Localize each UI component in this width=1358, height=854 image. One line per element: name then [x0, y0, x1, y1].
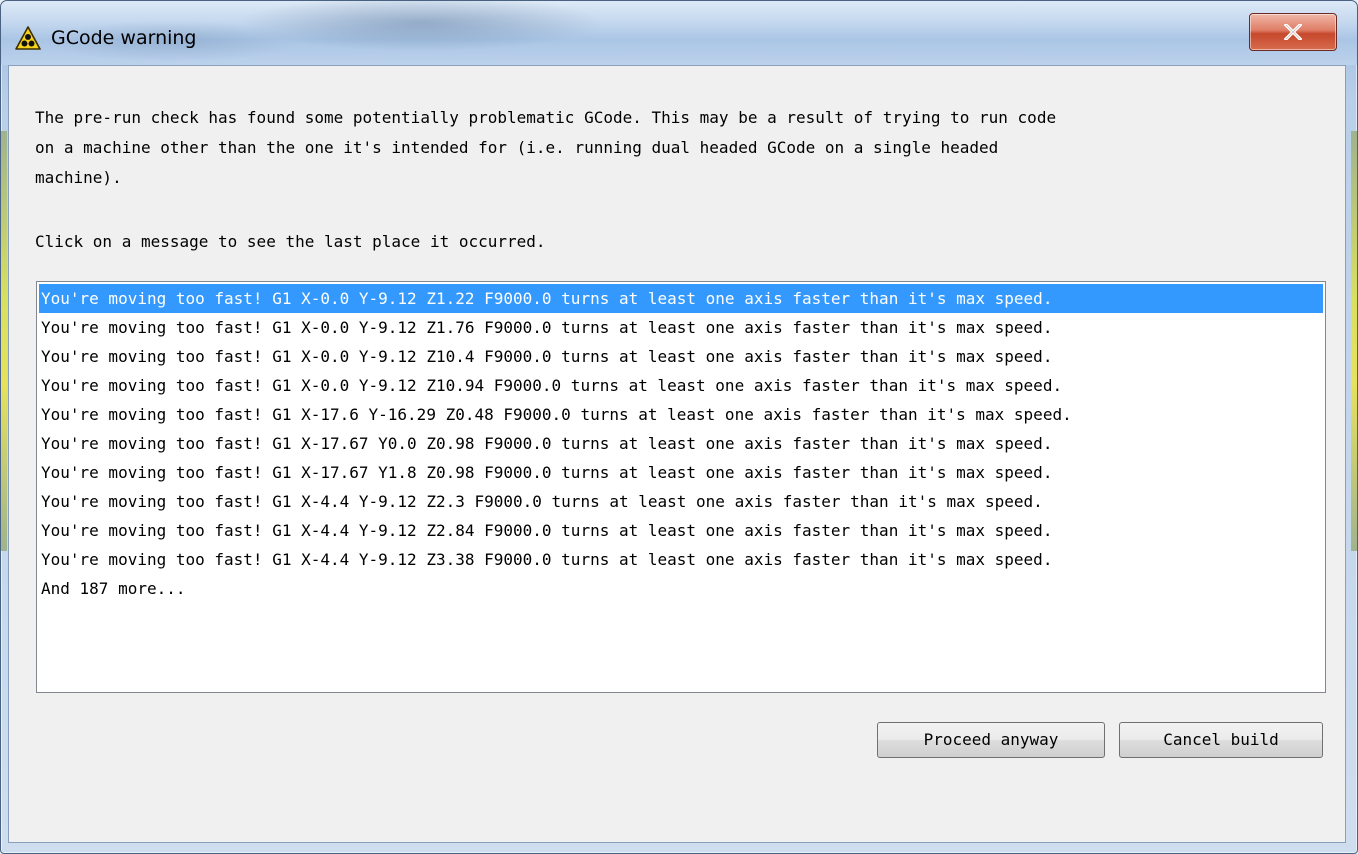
message-list[interactable]: You're moving too fast! G1 X-0.0 Y-9.12 …	[36, 281, 1326, 693]
list-item[interactable]: You're moving too fast! G1 X-0.0 Y-9.12 …	[39, 284, 1323, 313]
cancel-build-button[interactable]: Cancel build	[1119, 722, 1323, 758]
window-frame-glow-right	[1351, 131, 1357, 551]
list-item[interactable]: You're moving too fast! G1 X-4.4 Y-9.12 …	[39, 487, 1323, 516]
more-messages-item[interactable]: And 187 more...	[39, 574, 1323, 603]
gcode-warning-window: GCode warning The pre-run check has foun…	[0, 0, 1358, 854]
dialog-body: The pre-run check has found some potenti…	[8, 65, 1346, 843]
intro-text-line-1: The pre-run check has found some potenti…	[35, 108, 1057, 127]
intro-text-line-3: machine).	[35, 168, 122, 187]
list-item[interactable]: You're moving too fast! G1 X-4.4 Y-9.12 …	[39, 545, 1323, 574]
window-frame-glow-left	[1, 131, 7, 551]
close-icon	[1284, 24, 1302, 40]
list-item[interactable]: You're moving too fast! G1 X-4.4 Y-9.12 …	[39, 516, 1323, 545]
instruction-text: Click on a message to see the last place…	[35, 232, 546, 251]
list-item[interactable]: You're moving too fast! G1 X-17.67 Y0.0 …	[39, 429, 1323, 458]
window-title: GCode warning	[51, 27, 197, 49]
list-item[interactable]: You're moving too fast! G1 X-0.0 Y-9.12 …	[39, 313, 1323, 342]
list-item[interactable]: You're moving too fast! G1 X-0.0 Y-9.12 …	[39, 342, 1323, 371]
intro-text-line-2: on a machine other than the one it's int…	[35, 138, 999, 157]
list-item[interactable]: You're moving too fast! G1 X-17.67 Y1.8 …	[39, 458, 1323, 487]
title-bar[interactable]: GCode warning	[1, 1, 1357, 65]
warning-icon	[15, 25, 41, 51]
proceed-anyway-button[interactable]: Proceed anyway	[877, 722, 1105, 758]
list-item[interactable]: You're moving too fast! G1 X-0.0 Y-9.12 …	[39, 371, 1323, 400]
close-button[interactable]	[1249, 13, 1337, 51]
list-item[interactable]: You're moving too fast! G1 X-17.6 Y-16.2…	[39, 400, 1323, 429]
